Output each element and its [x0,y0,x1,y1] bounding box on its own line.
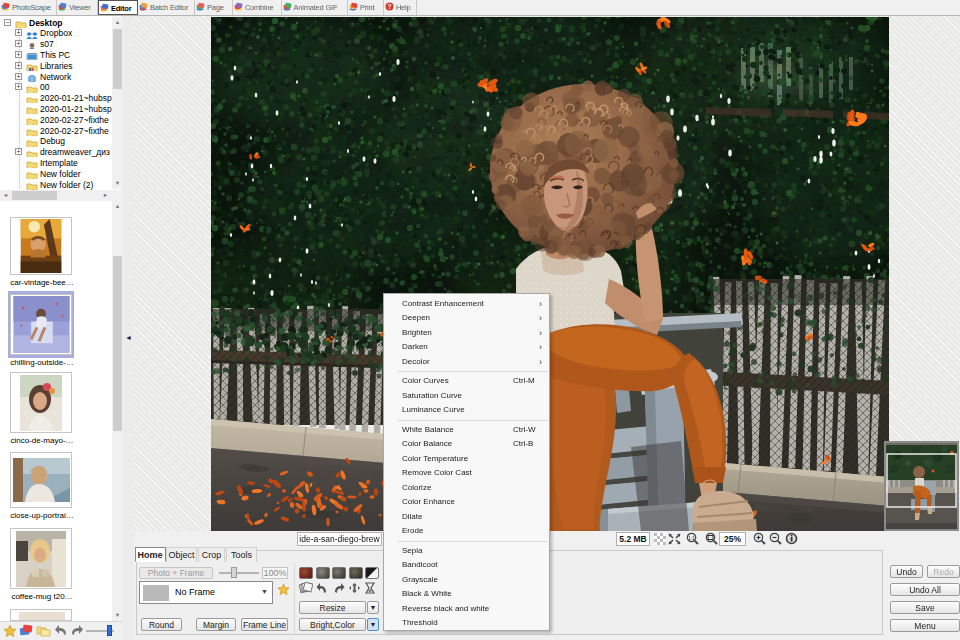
svg-text:1:1: 1:1 [688,535,695,541]
svg-text:?: ? [388,3,392,10]
